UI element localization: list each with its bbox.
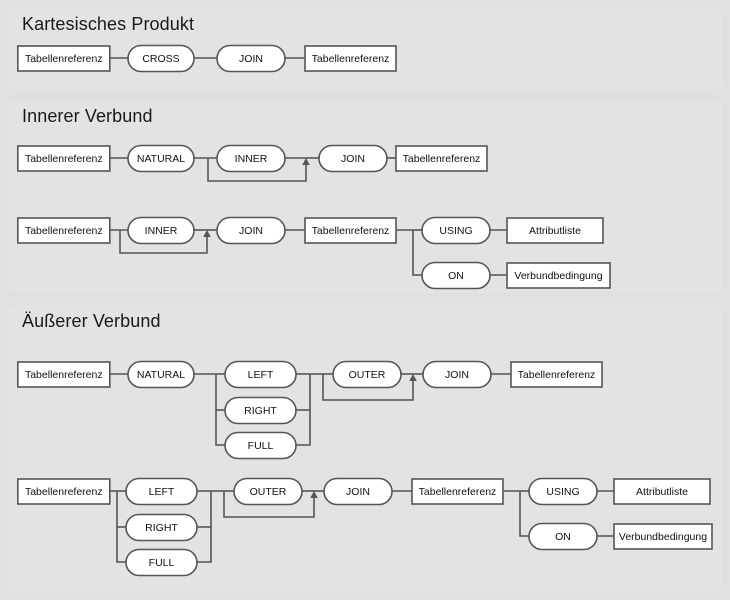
- diagram-cartesian-row-1: Tabellenreferenz CROSS JOIN Tabellenrefe…: [17, 44, 397, 73]
- node-label: Tabellenreferenz: [25, 369, 103, 381]
- diagram-inner-row-1: Tabellenreferenz NATURAL INNER JOIN Tabe…: [17, 144, 488, 182]
- node-label: FULL: [149, 557, 175, 569]
- node-label: Tabellenreferenz: [25, 53, 103, 65]
- node-label: OUTER: [349, 369, 386, 381]
- node-label: USING: [546, 486, 579, 498]
- section-inner-join: Innerer Verbund Tabellenreferenz NATURAL…: [8, 100, 722, 293]
- node-label: FULL: [248, 440, 274, 452]
- node-label: RIGHT: [244, 405, 277, 417]
- bypass-arrow-icon: [203, 230, 211, 237]
- bypass-arrow-icon: [310, 491, 318, 498]
- node-label: USING: [439, 225, 472, 237]
- node-label: OUTER: [250, 486, 287, 498]
- node-label: INNER: [145, 225, 178, 237]
- diagram-outer-row-2: Tabellenreferenz LEFT RIGHT FULL OUTER J…: [17, 477, 713, 577]
- node-label: Tabellenreferenz: [312, 53, 390, 65]
- node-label: Tabellenreferenz: [419, 486, 497, 498]
- railroad-diagram-page: Kartesisches Produkt Tabellenreferenz CR…: [0, 0, 730, 600]
- node-label: Verbundbedingung: [619, 531, 707, 543]
- node-label: Tabellenreferenz: [518, 369, 596, 381]
- diagram-inner-row-2: Tabellenreferenz INNER JOIN Tabellenrefe…: [17, 216, 611, 290]
- bypass-arrow-icon: [409, 374, 417, 381]
- diagram-outer-row-1: Tabellenreferenz NATURAL LEFT RIGHT FULL…: [17, 360, 603, 460]
- node-label: JOIN: [445, 369, 469, 381]
- node-label: ON: [448, 270, 464, 282]
- node-label: NATURAL: [137, 153, 185, 165]
- node-label: Tabellenreferenz: [25, 225, 103, 237]
- node-label: Tabellenreferenz: [25, 153, 103, 165]
- node-label: JOIN: [341, 153, 365, 165]
- node-label: NATURAL: [137, 369, 185, 381]
- node-label: Tabellenreferenz: [403, 153, 481, 165]
- bypass-arrow-icon: [302, 158, 310, 165]
- node-label: Attributliste: [636, 486, 688, 498]
- node-label: ON: [555, 531, 571, 543]
- branch-line-on: [519, 491, 529, 537]
- node-label: INNER: [235, 153, 268, 165]
- node-label: JOIN: [239, 53, 263, 65]
- node-label: LEFT: [149, 486, 175, 498]
- node-label: RIGHT: [145, 522, 178, 534]
- branch-line-on: [412, 230, 422, 276]
- node-label: JOIN: [346, 486, 370, 498]
- node-label: Tabellenreferenz: [312, 225, 390, 237]
- node-label: Tabellenreferenz: [25, 486, 103, 498]
- node-label: CROSS: [142, 53, 179, 65]
- node-label: Attributliste: [529, 225, 581, 237]
- section-cartesian-product: Kartesisches Produkt Tabellenreferenz CR…: [8, 8, 722, 90]
- node-label: LEFT: [248, 369, 274, 381]
- node-label: Verbundbedingung: [514, 270, 602, 282]
- section-outer-join: Äußerer Verbund Tabellenreferenz NATURAL…: [8, 305, 722, 592]
- node-label: JOIN: [239, 225, 263, 237]
